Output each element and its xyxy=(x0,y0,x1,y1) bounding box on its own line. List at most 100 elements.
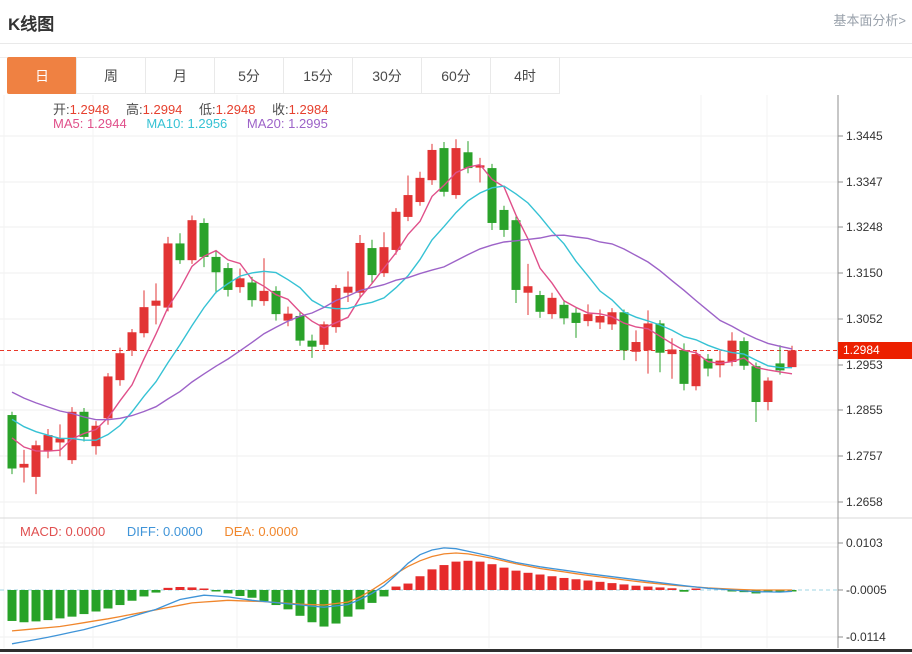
candle-body xyxy=(20,464,29,468)
ma10-line xyxy=(12,186,792,440)
macd-bar xyxy=(68,590,77,617)
macd-bar xyxy=(692,589,701,591)
macd-bar xyxy=(92,590,101,612)
macd-bar xyxy=(464,561,473,590)
candle-body xyxy=(116,353,125,380)
candle-body xyxy=(236,278,245,287)
macd-bar xyxy=(176,587,185,590)
candle-body xyxy=(368,248,377,275)
candle-body xyxy=(704,359,713,369)
candle-body xyxy=(668,349,677,354)
axis-tick-label: -0.0005 xyxy=(846,583,910,597)
macd-bar xyxy=(32,590,41,621)
axis-tick-label: 1.3248 xyxy=(846,220,910,234)
candle-body xyxy=(548,298,557,314)
macd-bar xyxy=(188,587,197,590)
candle-body xyxy=(200,223,209,257)
ma5-line xyxy=(12,165,792,452)
candle-body xyxy=(428,150,437,180)
candle-body xyxy=(584,314,593,321)
macd-bar xyxy=(632,586,641,590)
macd-bar xyxy=(236,590,245,596)
high-value: 1.2994 xyxy=(143,102,183,117)
macd-bar xyxy=(668,588,677,590)
macd-bar xyxy=(248,590,257,598)
candle-body xyxy=(680,350,689,383)
candle-body xyxy=(416,178,425,202)
macd-bar xyxy=(116,590,125,605)
low-label: 低: xyxy=(199,102,216,117)
macd-bar xyxy=(488,564,497,590)
macd-bar xyxy=(140,590,149,596)
candle-body xyxy=(632,342,641,352)
candle-body xyxy=(500,210,509,230)
axis-tick-label: 1.2757 xyxy=(846,449,910,463)
candle-body xyxy=(344,287,353,293)
candle-body xyxy=(560,305,569,318)
macd-bar xyxy=(284,590,293,609)
candle-body xyxy=(308,341,317,347)
candle-body xyxy=(692,354,701,386)
candle-body xyxy=(176,243,185,260)
high-label: 高: xyxy=(126,102,143,117)
axis-tick-label: 1.3052 xyxy=(846,312,910,326)
axis-tick-label: -0.0114 xyxy=(846,630,910,644)
current-price-badge: 1.2984 xyxy=(838,342,912,359)
candle-body xyxy=(68,412,77,460)
macd-bar xyxy=(224,590,233,593)
macd-bar xyxy=(680,590,689,592)
macd-bar xyxy=(80,590,89,614)
candle-body xyxy=(140,307,149,333)
candle-body xyxy=(392,212,401,250)
axis-tick-label: 1.3150 xyxy=(846,266,910,280)
axis-tick-label: 1.2953 xyxy=(846,358,910,372)
macd-bar xyxy=(8,590,17,621)
kline-widget: K线图 基本面分析> 日周月5分15分30分60分4时 开:1.2948 高:1… xyxy=(0,0,912,654)
axis-tick-label: 0.0103 xyxy=(846,536,910,550)
candle-body xyxy=(296,316,305,341)
macd-bar xyxy=(20,590,29,622)
axis-tick-label: 1.2658 xyxy=(846,495,910,509)
macd-bar xyxy=(572,579,581,590)
macd-bar xyxy=(212,590,221,592)
candle-body xyxy=(152,301,161,306)
ma5-legend-value: MA5: 1.2944 xyxy=(53,116,127,131)
macd-bar xyxy=(500,568,509,590)
macd-bar xyxy=(620,584,629,590)
candle-body xyxy=(356,243,365,293)
ma-legend: MA5: 1.2944 MA10: 1.2956 MA20: 1.2995 xyxy=(53,116,344,131)
candle-body xyxy=(260,291,269,301)
macd-bar xyxy=(428,569,437,590)
ma20-line xyxy=(12,235,792,420)
candle-body xyxy=(44,435,53,451)
macd-bar xyxy=(608,583,617,590)
candle-body xyxy=(752,366,761,402)
candle-body xyxy=(524,286,533,293)
candle-body xyxy=(380,247,389,273)
candle-body xyxy=(212,257,221,272)
candle-body xyxy=(104,376,113,418)
macd-bar xyxy=(536,575,545,590)
candle-body xyxy=(8,415,17,468)
macd-bar xyxy=(56,590,65,618)
macd-bar xyxy=(320,590,329,627)
macd-bar xyxy=(164,588,173,590)
macd-bar xyxy=(452,562,461,590)
macd-bar xyxy=(44,590,53,620)
axis-tick-label: 1.3445 xyxy=(846,129,910,143)
candle-body xyxy=(248,282,257,300)
open-label: 开: xyxy=(53,102,70,117)
axis-tick-label: 1.3347 xyxy=(846,175,910,189)
macd-bar xyxy=(260,590,269,601)
candle-body xyxy=(536,295,545,312)
dea-legend-value: DEA: 0.0000 xyxy=(224,524,298,539)
macd-bar xyxy=(152,590,161,593)
candle-body xyxy=(620,312,629,350)
macd-legend: MACD: 0.0000 DIFF: 0.0000 DEA: 0.0000 xyxy=(20,524,316,539)
macd-bar xyxy=(128,590,137,601)
candle-body xyxy=(788,350,797,367)
macd-bar xyxy=(512,571,521,590)
candle-body xyxy=(572,313,581,323)
candle-body xyxy=(464,152,473,168)
macd-bar xyxy=(644,587,653,590)
